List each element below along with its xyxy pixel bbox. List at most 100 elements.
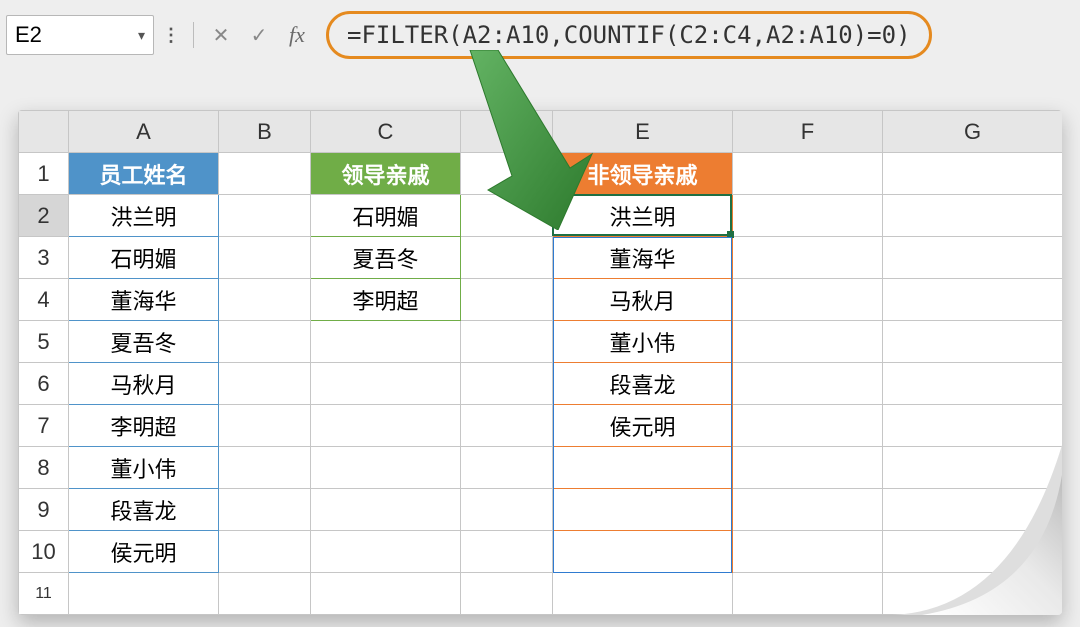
- cell[interactable]: [219, 237, 311, 279]
- cell[interactable]: [733, 237, 883, 279]
- cell[interactable]: [461, 489, 553, 531]
- header-employees[interactable]: 员工姓名: [69, 153, 219, 195]
- cell-E9[interactable]: [553, 489, 733, 531]
- formula-text[interactable]: =FILTER(A2:A10,COUNTIF(C2:C4,A2:A10)=0): [347, 21, 911, 49]
- cell-E5[interactable]: 董小伟: [553, 321, 733, 363]
- col-header-C[interactable]: C: [311, 111, 461, 153]
- cell[interactable]: [311, 573, 461, 615]
- header-relatives[interactable]: 领导亲戚: [311, 153, 461, 195]
- cell-A2[interactable]: 洪兰明: [69, 195, 219, 237]
- cell[interactable]: [461, 531, 553, 573]
- row-header[interactable]: 11: [19, 573, 69, 615]
- row-header[interactable]: 9: [19, 489, 69, 531]
- cell[interactable]: [553, 573, 733, 615]
- cancel-formula-button[interactable]: ✕: [206, 21, 236, 49]
- cell[interactable]: [883, 321, 1063, 363]
- cell[interactable]: [461, 447, 553, 489]
- cell-C3[interactable]: 夏吾冬: [311, 237, 461, 279]
- cell-A7[interactable]: 李明超: [69, 405, 219, 447]
- cell-E10[interactable]: [553, 531, 733, 573]
- insert-function-button[interactable]: fx: [282, 21, 312, 49]
- spreadsheet-grid[interactable]: A B C D E F G 1 员工姓名 领导亲戚 非领导亲戚 2 洪兰明 石明…: [18, 110, 1062, 615]
- cell[interactable]: [461, 573, 553, 615]
- cell-E4[interactable]: 马秋月: [553, 279, 733, 321]
- row-header[interactable]: 2: [19, 195, 69, 237]
- row-header[interactable]: 4: [19, 279, 69, 321]
- cell[interactable]: [883, 573, 1063, 615]
- confirm-formula-button[interactable]: ✓: [244, 21, 274, 49]
- cell[interactable]: [733, 279, 883, 321]
- name-box[interactable]: E2 ▾: [6, 15, 154, 55]
- drag-handle-icon[interactable]: ⋮: [162, 25, 181, 46]
- cell[interactable]: [461, 195, 553, 237]
- cell[interactable]: [461, 405, 553, 447]
- cell[interactable]: [219, 489, 311, 531]
- cell[interactable]: [219, 405, 311, 447]
- cell[interactable]: [883, 153, 1063, 195]
- row-header[interactable]: 7: [19, 405, 69, 447]
- cell[interactable]: [311, 363, 461, 405]
- cell[interactable]: [733, 195, 883, 237]
- select-all-corner[interactable]: [19, 111, 69, 153]
- row-header[interactable]: 1: [19, 153, 69, 195]
- cell[interactable]: [883, 363, 1063, 405]
- cell[interactable]: [733, 573, 883, 615]
- cell[interactable]: [219, 363, 311, 405]
- cell[interactable]: [733, 363, 883, 405]
- cell[interactable]: [219, 153, 311, 195]
- chevron-down-icon[interactable]: ▾: [138, 27, 145, 44]
- cell-C2[interactable]: 石明媚: [311, 195, 461, 237]
- row-header[interactable]: 3: [19, 237, 69, 279]
- cell[interactable]: [733, 153, 883, 195]
- row-header[interactable]: 10: [19, 531, 69, 573]
- cell-E6[interactable]: 段喜龙: [553, 363, 733, 405]
- cell[interactable]: [883, 447, 1063, 489]
- cell[interactable]: [461, 279, 553, 321]
- cell[interactable]: [733, 405, 883, 447]
- col-header-G[interactable]: G: [883, 111, 1063, 153]
- cell[interactable]: [733, 447, 883, 489]
- cell[interactable]: [219, 447, 311, 489]
- cell-A4[interactable]: 董海华: [69, 279, 219, 321]
- cell[interactable]: [311, 405, 461, 447]
- cell[interactable]: [461, 363, 553, 405]
- cell[interactable]: [733, 321, 883, 363]
- col-header-F[interactable]: F: [733, 111, 883, 153]
- cell[interactable]: [311, 447, 461, 489]
- cell[interactable]: [883, 405, 1063, 447]
- row-header[interactable]: 6: [19, 363, 69, 405]
- col-header-D[interactable]: D: [461, 111, 553, 153]
- cell-A9[interactable]: 段喜龙: [69, 489, 219, 531]
- cell[interactable]: [311, 489, 461, 531]
- cell[interactable]: [219, 573, 311, 615]
- cell-E7[interactable]: 侯元明: [553, 405, 733, 447]
- cell[interactable]: [69, 573, 219, 615]
- cell-A3[interactable]: 石明媚: [69, 237, 219, 279]
- cell[interactable]: [311, 321, 461, 363]
- cell[interactable]: [883, 531, 1063, 573]
- cell[interactable]: [883, 195, 1063, 237]
- cell[interactable]: [733, 531, 883, 573]
- cell[interactable]: [733, 489, 883, 531]
- cell-A10[interactable]: 侯元明: [69, 531, 219, 573]
- col-header-A[interactable]: A: [69, 111, 219, 153]
- cell[interactable]: [461, 153, 553, 195]
- col-header-E[interactable]: E: [553, 111, 733, 153]
- cell[interactable]: [883, 489, 1063, 531]
- cell[interactable]: [219, 279, 311, 321]
- cell[interactable]: [219, 321, 311, 363]
- cell[interactable]: [311, 531, 461, 573]
- cell[interactable]: [883, 279, 1063, 321]
- cell-A6[interactable]: 马秋月: [69, 363, 219, 405]
- cell[interactable]: [883, 237, 1063, 279]
- cell[interactable]: [461, 237, 553, 279]
- cell-C4[interactable]: 李明超: [311, 279, 461, 321]
- worksheet[interactable]: A B C D E F G 1 员工姓名 领导亲戚 非领导亲戚 2 洪兰明 石明…: [18, 110, 1062, 615]
- row-header[interactable]: 5: [19, 321, 69, 363]
- cell-E3[interactable]: 董海华: [553, 237, 733, 279]
- header-non-relatives[interactable]: 非领导亲戚: [553, 153, 733, 195]
- cell[interactable]: [461, 321, 553, 363]
- cell[interactable]: [219, 531, 311, 573]
- cell-A8[interactable]: 董小伟: [69, 447, 219, 489]
- cell[interactable]: [219, 195, 311, 237]
